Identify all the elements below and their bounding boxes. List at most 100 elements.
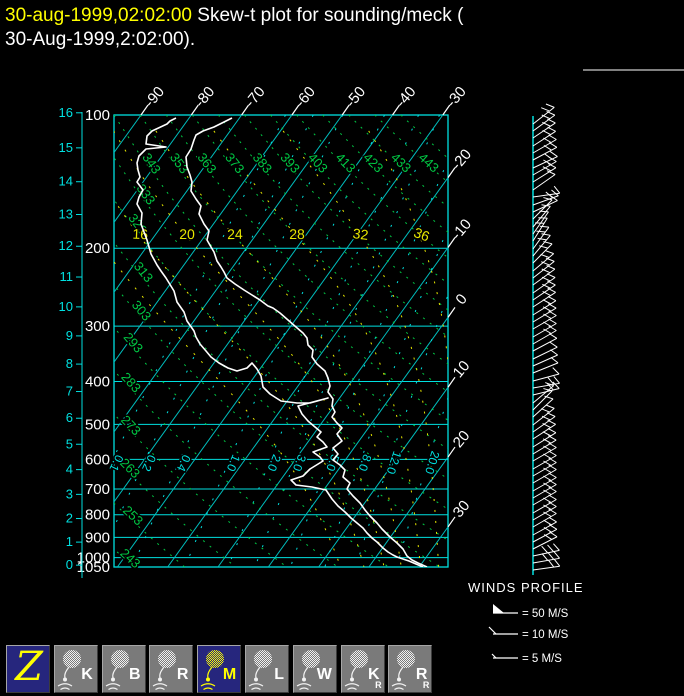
svg-text:403: 403 (305, 150, 331, 176)
svg-text:7: 7 (66, 384, 73, 399)
z-logo-icon: Z (15, 644, 43, 690)
svg-text:413: 413 (333, 150, 359, 176)
svg-text:15: 15 (59, 140, 73, 155)
svg-text:9: 9 (66, 328, 73, 343)
svg-text:12: 12 (59, 238, 73, 253)
svg-text:= 50 M/S: = 50 M/S (522, 608, 569, 620)
svg-text:20.0: 20.0 (422, 449, 442, 476)
svg-text:300: 300 (85, 318, 110, 335)
svg-text:16: 16 (132, 226, 148, 243)
wind-profile (532, 103, 561, 575)
svg-text:293: 293 (121, 330, 147, 356)
svg-text:393: 393 (277, 150, 303, 176)
svg-text:-50: -50 (342, 83, 369, 111)
svg-text:12.0: 12.0 (384, 449, 405, 476)
toolbar-button-z-logo[interactable]: Z (6, 644, 50, 693)
moist-adiabat-labels: 16 20 24 28 32 36 (131, 223, 434, 247)
svg-text:283: 283 (118, 369, 144, 395)
svg-text:14: 14 (59, 174, 73, 189)
svg-text:443: 443 (416, 150, 442, 176)
svg-text:700: 700 (85, 481, 110, 498)
svg-text:2.0: 2.0 (264, 453, 283, 474)
svg-text:5: 5 (66, 436, 73, 451)
svg-text:-90: -90 (141, 83, 168, 111)
svg-text:-40: -40 (393, 83, 420, 111)
svg-text:5.0: 5.0 (323, 453, 342, 474)
svg-text:-80: -80 (191, 83, 218, 111)
svg-text:10: 10 (59, 299, 73, 314)
svg-text:32: 32 (352, 225, 370, 243)
svg-text:-10: -10 (448, 216, 475, 244)
svg-text:383: 383 (250, 150, 275, 176)
toolbar-button-label: M (222, 666, 237, 683)
skewt-chart: 1002003004005006007008009001000105001234… (59, 69, 684, 665)
svg-text:36: 36 (412, 224, 432, 245)
svg-text:0: 0 (66, 557, 73, 572)
svg-text:10: 10 (450, 357, 474, 381)
svg-text:343: 343 (139, 150, 164, 176)
svg-text:-60: -60 (292, 83, 319, 111)
svg-text:500: 500 (85, 416, 110, 433)
svg-text:273: 273 (118, 412, 144, 438)
toolbar-button-k[interactable]: K (53, 645, 98, 693)
svg-text:20: 20 (179, 226, 195, 242)
svg-text:30: 30 (450, 497, 474, 521)
svg-text:0: 0 (452, 291, 470, 308)
svg-text:2: 2 (66, 511, 73, 526)
svg-text:-20: -20 (448, 146, 475, 174)
toolbar: Z K B R M L W KRRR (0, 643, 684, 696)
toolbar-button-label: R (176, 666, 189, 683)
toolbar-button-sublabel: R (422, 680, 430, 690)
moist-adiabat-lines (114, 130, 448, 567)
toolbar-button-label: L (274, 666, 284, 683)
plot-field (114, 115, 448, 567)
right-temp-labels: -20 -10 0 10 20 30 (447, 146, 475, 528)
svg-text:3.0: 3.0 (290, 453, 309, 474)
svg-text:1.0: 1.0 (224, 453, 244, 474)
svg-text:373: 373 (222, 150, 247, 176)
toolbar-button-label: K (81, 666, 93, 683)
svg-text:100: 100 (85, 107, 110, 124)
isotherm-lines (114, 115, 448, 567)
svg-text:363: 363 (195, 150, 220, 176)
svg-text:13: 13 (59, 206, 73, 221)
svg-text:200: 200 (85, 240, 110, 257)
svg-text:303: 303 (129, 297, 154, 323)
svg-text:11: 11 (60, 269, 74, 284)
svg-text:3: 3 (66, 486, 73, 501)
svg-text:400: 400 (85, 373, 110, 390)
svg-text:24: 24 (227, 226, 243, 242)
toolbar-button-r-r[interactable]: RR (388, 645, 433, 693)
svg-text:0.4: 0.4 (174, 453, 194, 474)
svg-text:8.0: 8.0 (355, 453, 374, 474)
svg-text:433: 433 (388, 150, 414, 176)
toolbar-button-b[interactable]: B (101, 645, 146, 693)
svg-text:20: 20 (450, 427, 474, 451)
svg-text:4: 4 (66, 462, 73, 477)
svg-text:253: 253 (120, 503, 146, 529)
isobar-lines (114, 247, 448, 559)
top-temp-labels: -90 -80 -70 -60 -50 -40 -30 (140, 83, 470, 116)
mixing-ratio-labels: 0.1 0.2 0.4 1.0 2.0 3.0 5.0 8.0 12.0 20.0 (105, 448, 444, 478)
toolbar-button-r[interactable]: R (149, 645, 194, 693)
toolbar-button-l[interactable]: L (245, 645, 289, 693)
toolbar-button-m[interactable]: M (197, 645, 242, 693)
svg-text:WINDS PROFILE: WINDS PROFILE (468, 580, 584, 595)
toolbar-button-k-r[interactable]: KR (340, 645, 385, 693)
svg-text:-30: -30 (443, 83, 470, 111)
sounding-traces (136, 117, 428, 567)
svg-text:800: 800 (85, 507, 110, 524)
svg-text:28: 28 (289, 226, 305, 242)
toolbar-button-w[interactable]: W (292, 645, 337, 693)
height-axis: 012345678910111213141516 (59, 105, 83, 578)
svg-text:8: 8 (66, 356, 73, 371)
svg-text:16: 16 (59, 105, 73, 120)
toolbar-button-label: B (129, 666, 141, 683)
toolbar-button-label: W (316, 666, 332, 683)
svg-text:900: 900 (85, 529, 110, 546)
svg-text:600: 600 (85, 451, 110, 468)
svg-text:6: 6 (66, 410, 73, 425)
svg-text:= 10 M/S: = 10 M/S (522, 629, 569, 641)
svg-text:1: 1 (66, 534, 73, 549)
svg-text:-70: -70 (242, 83, 269, 111)
